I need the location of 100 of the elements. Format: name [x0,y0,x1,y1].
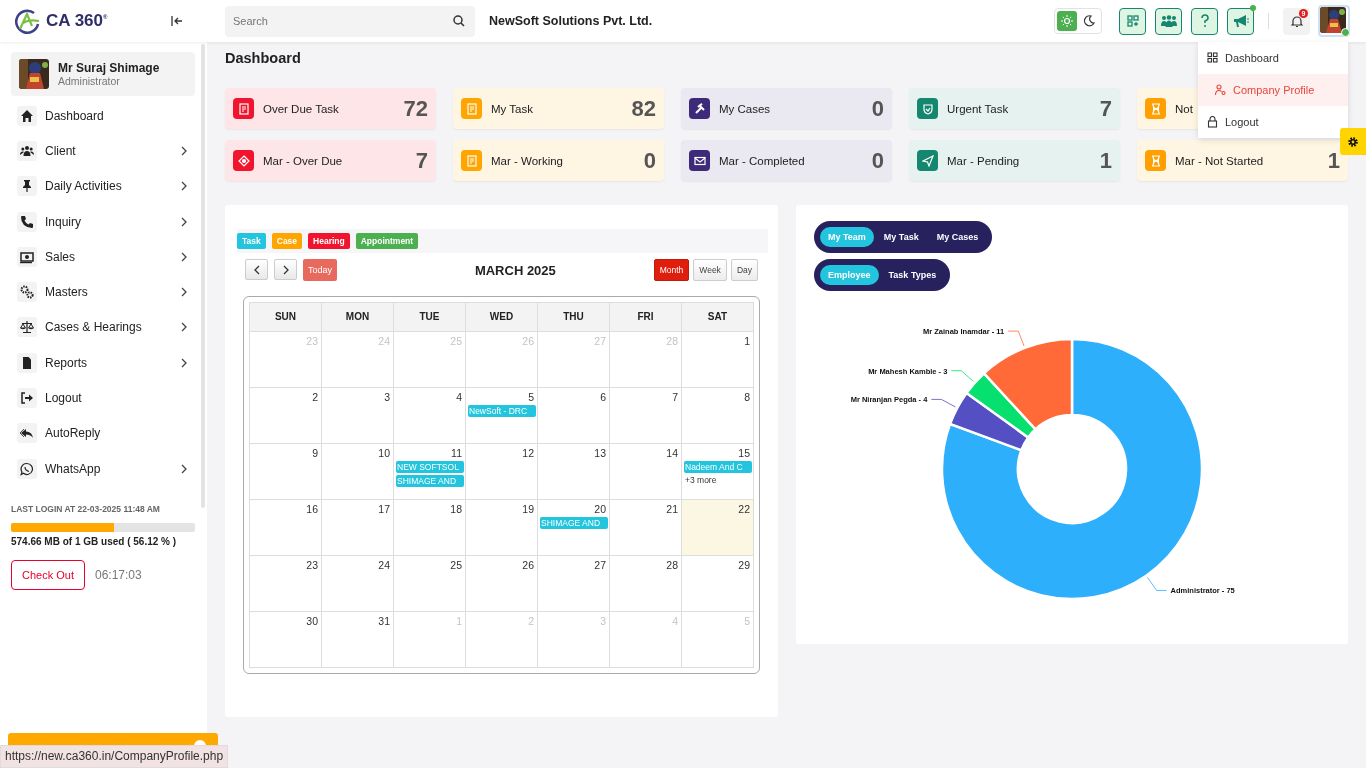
more-link[interactable]: +3 more [684,475,752,485]
card-label: My Cases [719,102,772,115]
chevron-icon [181,145,187,156]
card-value: 1 [1099,147,1112,174]
day-cell[interactable]: 5 NewSoft - DRC [466,388,538,444]
nav-item[interactable]: Daily Activities [11,168,195,204]
day-cell[interactable]: 17 [322,500,394,556]
weekday-header: SAT [682,303,754,332]
day-cell[interactable]: 8 [682,388,754,444]
card-label: My Task [491,102,534,115]
day-number: 7 [671,391,679,403]
card-label: Mar - Not Started [1175,154,1265,167]
day-cell[interactable]: 28 [610,556,682,612]
legend-tag: Hearing [308,233,350,249]
reply-icon [17,423,37,444]
day-cell[interactable]: 9 [250,444,322,500]
chevron-left-icon [253,264,260,275]
day-cell[interactable]: 16 [250,500,322,556]
avatar-button[interactable] [1318,5,1350,37]
nav-item[interactable]: AutoReply [11,415,195,451]
nav-item[interactable]: Client [11,133,195,169]
stat-card[interactable]: Mar - Not Started 1 [1137,140,1348,181]
day-cell[interactable]: 27 [538,556,610,612]
day-cell[interactable]: 19 [466,500,538,556]
day-number: 17 [377,503,391,515]
search-icon[interactable] [453,14,465,27]
day-cell[interactable]: 6 [538,388,610,444]
check-out-button[interactable]: Check Out [11,560,85,591]
nav-item[interactable]: Inquiry [11,203,195,240]
view-tab[interactable]: Day [730,259,758,281]
day-cell[interactable]: 1 [682,332,754,388]
nav-item[interactable]: Sales [11,239,195,275]
chevron-icon [181,181,187,192]
menu-item[interactable]: Dashboard [1198,42,1348,74]
next-button[interactable] [274,259,297,280]
day-cell[interactable]: 18 [394,500,466,556]
nav-item[interactable]: WhatsApp [11,450,195,487]
day-cell[interactable]: 30 [250,612,322,668]
day-cell[interactable]: 12 [466,444,538,500]
previous-button[interactable] [245,259,268,280]
user-role: Administrator [58,75,121,87]
day-cell[interactable]: 7 [610,388,682,444]
day-cell[interactable]: 15 Nadeem And C +3 more [682,444,754,500]
stat-card[interactable]: Urgent Task 7 [909,88,1120,129]
settings-button[interactable] [1340,128,1366,155]
user-gear-icon [1215,84,1226,96]
day-cell[interactable]: 31 [322,612,394,668]
view-tab[interactable]: Week [693,259,727,281]
day-number: 30 [305,615,319,627]
menu-item[interactable]: Logout [1198,106,1348,138]
chat-icon [17,458,37,479]
day-number: 1 [743,335,751,347]
stat-card[interactable]: My Cases 0 [681,88,892,129]
stat-card[interactable]: Mar - Over Due 7 [225,140,436,181]
day-cell[interactable]: 10 [322,444,394,500]
day-cell[interactable]: 23 [250,556,322,612]
scope-tab[interactable]: My Task [875,227,927,247]
team-button[interactable] [1155,7,1182,35]
card-value: 7 [1099,95,1112,122]
stat-card[interactable]: Mar - Pending 1 [909,140,1120,181]
weekday-header: MON [322,303,394,332]
company-name: NewSoft Solutions Pvt. Ltd. [489,14,653,28]
day-cell[interactable]: 13 [538,444,610,500]
donut-slice[interactable] [982,337,1074,431]
search-field[interactable]: Search [225,5,475,37]
day-cell[interactable]: 25 [394,556,466,612]
profile-card[interactable]: Mr Suraj Shimage Administrator [11,52,195,96]
day-cell[interactable]: 26 [466,556,538,612]
megaphone-button[interactable] [1227,7,1254,35]
nav-item[interactable]: Dashboard [11,98,195,134]
stat-card[interactable]: My Task 82 [453,88,664,129]
day-cell[interactable]: 22 [682,500,754,556]
nav-item[interactable]: Cases & Hearings [11,309,195,346]
chevron-right-icon [282,264,289,275]
view-tab[interactable]: Month [653,259,690,281]
scope-tab[interactable]: My Cases [928,227,987,247]
legend-tag: Appointment [355,233,419,249]
day-number: 5 [743,615,751,627]
menu-item[interactable]: Company Profile [1198,74,1348,106]
day-cell[interactable]: 4 [394,388,466,444]
group-tab[interactable]: Task Types [880,265,945,285]
nav-item[interactable]: Masters [11,274,195,310]
stat-card[interactable]: Over Due Task 72 [225,88,436,129]
stat-card[interactable]: Mar - Working 0 [453,140,664,181]
help-button[interactable] [1191,7,1218,35]
day-cell[interactable]: 14 [610,444,682,500]
day-cell[interactable]: 24 [322,556,394,612]
card-label: Mar - Pending [947,154,1021,167]
nav-item[interactable]: Logout [11,380,195,416]
nav-item[interactable]: Reports [11,345,195,381]
card-value: 72 [403,95,428,122]
day-cell[interactable]: 29 [682,556,754,612]
day-number: 20 [593,503,607,515]
day-cell[interactable]: 20 SHIMAGE AND [538,500,610,556]
stat-card[interactable]: Mar - Completed 0 [681,140,892,181]
day-number: 3 [383,391,391,403]
grid-plus-button[interactable] [1119,7,1146,35]
collapse-icon[interactable] [171,16,183,26]
day-cell[interactable]: 2 [250,388,322,444]
day-cell[interactable]: 3 [322,388,394,444]
